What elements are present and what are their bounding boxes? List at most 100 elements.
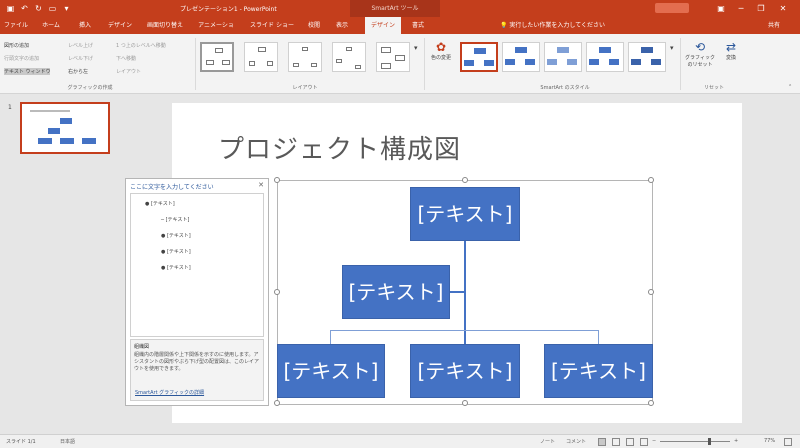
layout-box [267,61,273,66]
resize-handle[interactable] [648,400,654,406]
restore-button[interactable]: ❐ [752,2,770,15]
language-indicator[interactable]: 日本語 [60,438,75,445]
promote-button[interactable]: レベル上げ [68,42,93,49]
smartart-help-link[interactable]: SmartArt グラフィックの詳細 [135,389,204,396]
tab-review[interactable]: 校閲 [306,17,322,34]
save-icon[interactable]: ▣ [6,4,15,13]
add-shape-button[interactable]: 図形の追加 [4,42,29,49]
collapse-ribbon-icon[interactable]: ⌃ [788,84,792,90]
org-node-sub[interactable]: [テキスト] [410,344,520,398]
org-node-sub[interactable]: [テキスト] [544,344,653,398]
group-label-layouts: レイアウト [292,85,318,91]
tab-insert[interactable]: 挿入 [76,17,94,34]
slideshow-view-icon[interactable] [640,438,648,446]
style-box [547,59,557,65]
layout-option-5[interactable] [376,42,410,72]
slide-thumbnail[interactable] [20,102,110,154]
redo-icon[interactable]: ↻ [34,4,43,13]
list-item-text: [テキスト] [166,249,191,255]
tab-design[interactable]: デザイン [106,17,134,34]
layout-box [355,65,361,69]
zoom-slider-handle[interactable] [708,438,711,445]
convert-button[interactable]: ⇄ 変換 [720,40,742,61]
undo-icon[interactable]: ↶ [20,4,29,13]
tab-smartart-design[interactable]: デザイン [365,17,401,34]
notes-button[interactable]: ノート [540,438,555,445]
smartart-style-4[interactable] [586,42,624,72]
smartart-style-1[interactable] [460,42,498,72]
group-divider [424,38,425,90]
tab-format[interactable]: 書式 [408,17,428,34]
close-icon[interactable]: ✕ [258,181,264,189]
add-bullet-button[interactable]: 行頭文字の追加 [4,55,39,62]
zoom-out-icon[interactable]: − [652,438,656,444]
reading-view-icon[interactable] [626,438,634,446]
minimize-button[interactable]: ─ [732,2,750,15]
group-label-reset: リセット [703,85,724,91]
list-item[interactable]: ● [テキスト] [161,248,191,255]
change-colors-button[interactable]: ✿ 色の変更 [428,40,454,61]
zoom-level[interactable]: 77% [764,438,775,444]
text-pane-list[interactable]: ● [テキスト] ─ [テキスト] ● [テキスト] ● [テキスト] ● [テ… [130,193,264,337]
style-box [515,47,527,53]
connector-line [330,330,598,331]
tab-animations[interactable]: アニメーション [196,17,236,46]
close-button[interactable]: ✕ [774,2,792,15]
layout-option-3[interactable] [288,42,322,72]
org-node-top[interactable]: [テキスト] [410,187,520,241]
reset-graphic-button[interactable]: ⟲ グラフィックのリセット [684,40,716,68]
layout-dropdown[interactable]: レイアウト [116,68,141,75]
tab-slideshow[interactable]: スライド ショー [250,17,294,34]
resize-handle[interactable] [274,400,280,406]
normal-view-icon[interactable] [598,438,606,446]
layout-option-4[interactable] [332,42,366,72]
start-presentation-icon[interactable]: ▭ [48,4,57,13]
move-up-button[interactable]: 1 つ上のレベルへ移動 [116,42,166,49]
org-node-sub[interactable]: [テキスト] [277,344,385,398]
fit-slide-icon[interactable] [784,438,792,446]
resize-handle[interactable] [274,177,280,183]
slide-title[interactable]: プロジェクト構成図 [218,129,461,166]
layout-box [381,63,391,69]
zoom-slider[interactable] [660,441,730,442]
group-label-styles: SmartArt のスタイル [540,85,590,91]
org-node-assistant[interactable]: [テキスト] [342,265,450,319]
list-item[interactable]: ─ [テキスト] [161,216,189,223]
styles-gallery-more-icon[interactable]: ▾ [670,44,674,52]
layout-option-1[interactable] [200,42,234,72]
list-item[interactable]: ● [テキスト] [161,232,191,239]
tab-file[interactable]: ファイル [4,17,28,34]
resize-handle[interactable] [462,177,468,183]
smartart-style-5[interactable] [628,42,666,72]
resize-handle[interactable] [648,289,654,295]
smartart-text-pane: ここに文字を入力してください ✕ ● [テキスト] ─ [テキスト] ● [テキ… [125,178,269,406]
layout-box [222,60,230,65]
layouts-gallery-more-icon[interactable]: ▾ [414,44,418,52]
smartart-style-3[interactable] [544,42,582,72]
smartart-style-2[interactable] [502,42,540,72]
resize-handle[interactable] [648,177,654,183]
list-item-text: [テキスト] [165,217,190,223]
tab-transitions[interactable]: 画面切り替え [146,17,184,34]
customize-qat-icon[interactable]: ▾ [62,4,71,13]
list-item[interactable]: ● [テキスト] [145,200,175,207]
resize-handle[interactable] [462,400,468,406]
comments-button[interactable]: コメント [566,438,586,445]
ribbon-display-icon[interactable]: ▣ [712,2,730,15]
slide-sorter-icon[interactable] [612,438,620,446]
resize-handle[interactable] [274,289,280,295]
zoom-in-icon[interactable]: + [734,438,738,444]
list-item[interactable]: ● [テキスト] [161,264,191,271]
share-button[interactable]: 共有 [768,17,780,34]
move-down-button[interactable]: 下へ移動 [116,55,136,62]
layout-option-2[interactable] [244,42,278,72]
text-pane-button[interactable]: テキスト ウィンドウ [4,68,51,75]
tab-home[interactable]: ホーム [40,17,62,34]
demote-button[interactable]: レベル下げ [68,55,93,62]
style-box [589,59,599,65]
tab-view[interactable]: 表示 [334,17,350,34]
tell-me-search[interactable]: 💡 実行したい作業を入力してください [500,17,605,34]
right-to-left-button[interactable]: 右から左 [68,68,88,75]
thumb-node [38,138,52,144]
user-account[interactable] [655,3,689,13]
